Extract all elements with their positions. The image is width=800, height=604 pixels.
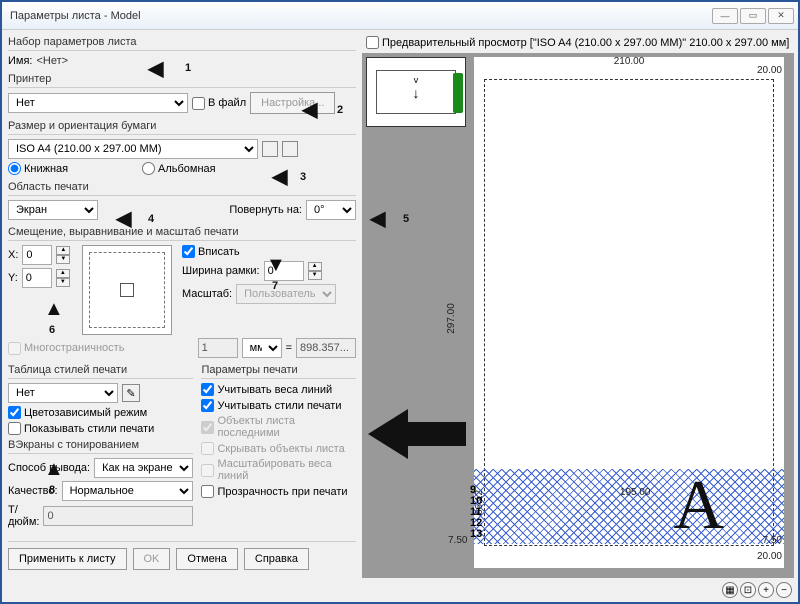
print-options-group: Параметры печати Учитывать веса линий Уч… (201, 364, 356, 531)
status-icon-grid[interactable]: ▦ (722, 582, 738, 598)
plot-styles-title: Таблица стилей печати (8, 364, 193, 379)
name-value: <Нет> (36, 55, 68, 67)
status-icon-fit[interactable]: ⊡ (740, 582, 756, 598)
x-input[interactable] (22, 245, 52, 265)
print-area-select[interactable]: Экран (8, 200, 98, 220)
printer-settings-button[interactable]: Настройка... (250, 92, 335, 114)
render-select[interactable]: Как на экране (94, 458, 193, 478)
plotter-icon: v ↓ (366, 57, 466, 127)
unit-value-input[interactable] (198, 338, 238, 358)
paper-icon-1[interactable] (262, 141, 278, 157)
quality-label: Качество: (8, 485, 58, 497)
preview-checkbox[interactable]: Предварительный просмотр ["ISO A4 (210.0… (366, 36, 789, 49)
status-icon-zoom-out[interactable]: − (776, 582, 792, 598)
plot-styles-group: Таблица стилей печати Нет ✎ Цветозависим… (8, 364, 193, 531)
window-title: Параметры листа - Model (6, 10, 712, 22)
name-label: Имя: (8, 55, 32, 67)
hide-objs-checkbox: Скрывать объекты листа (201, 442, 344, 455)
frame-spinner[interactable]: ▲▼ (308, 262, 322, 280)
minimize-button[interactable]: — (712, 8, 738, 24)
show-styles-checkbox[interactable]: Показывать стили печати (8, 422, 154, 435)
page-set-group: Набор параметров листа Имя: <Нет> (8, 36, 356, 67)
y-label: Y: (8, 272, 18, 284)
apply-button[interactable]: Применить к листу (8, 548, 127, 570)
shade-title: ВЭкраны с тонированием (8, 439, 193, 454)
render-label: Способ вывода: (8, 462, 90, 474)
print-area-group: Область печати Экран Повернуть на: 0° (8, 181, 356, 220)
paper-size-select[interactable]: ISO A4 (210.00 x 297.00 MM) (8, 139, 258, 159)
y-input[interactable] (22, 268, 52, 288)
rotate-label: Повернуть на: (229, 204, 302, 216)
print-area-title: Область печати (8, 181, 356, 196)
plot-styles-checkbox[interactable]: Учитывать стили печати (201, 399, 341, 412)
y-spinner[interactable]: ▲▼ (56, 269, 70, 287)
print-opts-title: Параметры печати (201, 364, 356, 379)
offset-title: Смещение, выравнивание и масштаб печати (8, 226, 356, 241)
frame-input[interactable] (264, 261, 304, 281)
close-button[interactable]: ✕ (768, 8, 794, 24)
edit-style-icon[interactable]: ✎ (122, 384, 140, 402)
page-set-title: Набор параметров листа (8, 36, 356, 51)
landscape-radio[interactable]: Альбомная (142, 162, 216, 175)
x-label: X: (8, 249, 18, 261)
to-file-checkbox[interactable]: В файл (192, 97, 246, 110)
paper-icon-2[interactable] (282, 141, 298, 157)
glyph-a: A (673, 466, 724, 546)
offset-group: Смещение, выравнивание и масштаб печати … (8, 226, 356, 358)
unit-select[interactable]: мм (242, 338, 282, 358)
frame-label: Ширина рамки: (182, 265, 260, 277)
rotate-select[interactable]: 0° (306, 200, 356, 220)
printer-title: Принтер (8, 73, 356, 88)
paper-title: Размер и ориентация бумаги (8, 120, 356, 135)
preview-area: v ↓ 210.00 20.00 297.00 A 195.00 66.12 7… (362, 53, 794, 578)
printer-select[interactable]: Нет (8, 93, 188, 113)
settings-panel: Набор параметров листа Имя: <Нет> Принте… (2, 30, 362, 602)
multipage-checkbox[interactable]: Многостраничность (8, 342, 124, 355)
scale-label: Масштаб: (182, 288, 232, 300)
dim-width: 210.00 (614, 56, 645, 67)
x-spinner[interactable]: ▲▼ (56, 246, 70, 264)
dim-m-top: 20.00 (757, 65, 782, 76)
cancel-button[interactable]: Отмена (176, 548, 237, 570)
alignment-grid[interactable] (82, 245, 172, 335)
titlebar: Параметры листа - Model — ▭ ✕ (2, 2, 798, 30)
help-button[interactable]: Справка (244, 548, 309, 570)
line-weights-checkbox[interactable]: Учитывать веса линий (201, 383, 332, 396)
portrait-radio[interactable]: Книжная (8, 162, 138, 175)
dim-height: 297.00 (446, 303, 457, 334)
scale-weights-checkbox: Масштабировать веса линий (201, 458, 356, 482)
dim-m-left: 7.50 (448, 535, 467, 546)
scale-result (296, 338, 356, 358)
page-preview: 210.00 20.00 297.00 A 195.00 66.12 7.50 … (474, 57, 784, 568)
dim-print-w: 195.00 (620, 487, 651, 498)
quality-select[interactable]: Нормальное (62, 481, 194, 501)
dpi-label: Т/дюйм: (8, 504, 39, 528)
print-region (474, 469, 784, 544)
color-dep-checkbox[interactable]: Цветозависимый режим (8, 406, 147, 419)
scale-select[interactable]: Пользовательски (236, 284, 336, 304)
paper-group: Размер и ориентация бумаги ISO A4 (210.0… (8, 120, 356, 175)
plot-style-select[interactable]: Нет (8, 383, 118, 403)
dpi-input[interactable] (43, 506, 193, 526)
transparency-checkbox[interactable]: Прозрачность при печати (201, 485, 347, 498)
dim-m-bottom: 20.00 (757, 551, 782, 562)
printer-group: Принтер Нет В файл Настройка... (8, 73, 356, 114)
status-icon-zoom-in[interactable]: + (758, 582, 774, 598)
objs-last-checkbox: Объекты листа последними (201, 415, 356, 439)
status-icons: ▦ ⊡ + − (362, 578, 794, 598)
ok-button[interactable]: OK (133, 548, 171, 570)
fit-checkbox[interactable]: Вписать (182, 245, 240, 258)
dim-m-right: 7.50 (763, 535, 782, 546)
maximize-button[interactable]: ▭ (740, 8, 766, 24)
row-numbers: 910111213 (470, 485, 482, 540)
